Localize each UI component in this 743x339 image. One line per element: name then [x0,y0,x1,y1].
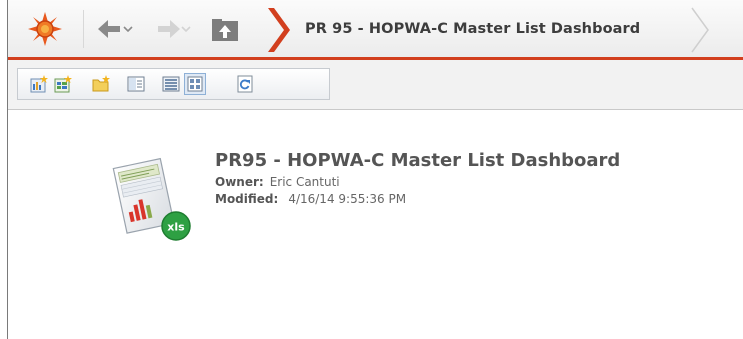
new-dashboard-button[interactable] [28,73,50,95]
new-folder-button[interactable] [90,73,112,95]
new-report-button[interactable] [52,73,74,95]
item-title[interactable]: PR95 - HOPWA-C Master List Dashboard [215,150,620,171]
navigation-bar: PR 95 - HOPWA-C Master List Dashboard [8,0,743,60]
icon-view-button[interactable] [184,73,206,95]
icon-view-icon [187,76,203,92]
details-pane-icon [127,76,145,92]
owner-value: Eric Cantuti [269,175,340,189]
details-pane-button[interactable] [125,73,147,95]
up-folder-button[interactable] [209,16,241,44]
modified-value: 4/16/14 9:55:36 PM [288,192,407,206]
breadcrumb-current[interactable]: PR 95 - HOPWA-C Master List Dashboard [305,16,640,42]
refresh-icon [237,75,253,93]
up-folder-icon [212,19,238,41]
xls-dashboard-file[interactable]: xls [108,152,196,244]
home-button[interactable] [8,4,82,54]
toolbar [8,60,743,110]
modified-row: Modified: 4/16/14 9:55:36 PM [215,192,406,206]
owner-label: Owner: [215,175,264,189]
owner-row: Owner: Eric Cantuti [215,175,340,189]
app-window: PR 95 - HOPWA-C Master List Dashboard xl… [7,0,743,339]
new-report-icon [54,75,72,93]
back-arrow-icon [98,20,133,38]
xls-badge-label: xls [167,221,185,234]
forward-button[interactable] [152,14,194,44]
xls-file-icon: xls [112,157,191,241]
breadcrumb-end-icon [691,7,709,53]
content-area: xls PR95 - HOPWA-C Master List Dashboard… [8,110,743,339]
back-button[interactable] [94,14,136,44]
list-view-icon [162,76,180,92]
refresh-button[interactable] [234,73,256,95]
nav-divider [83,10,84,48]
breadcrumb-separator-icon [268,8,290,52]
forward-arrow-icon [158,20,191,38]
sunburst-logo-icon [28,12,62,46]
new-dashboard-icon [30,75,48,93]
list-view-button[interactable] [160,73,182,95]
modified-label: Modified: [215,192,279,206]
folder-icon [92,75,110,92]
